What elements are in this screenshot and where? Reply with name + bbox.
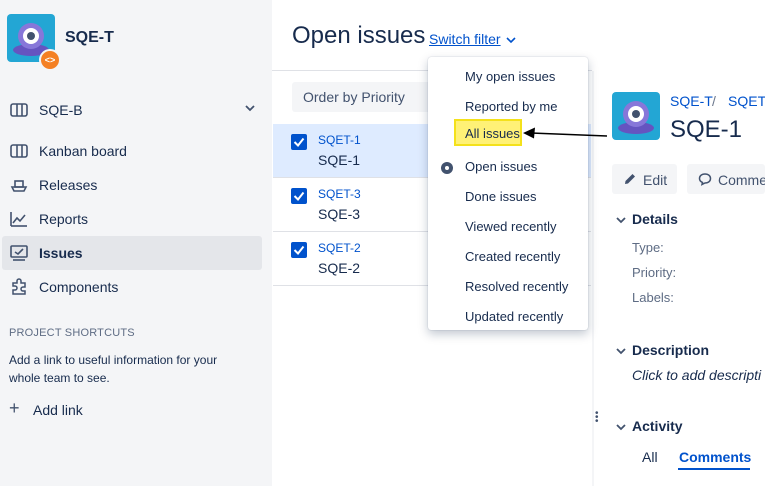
- chevron-down-icon: [616, 217, 626, 224]
- menu-item-label: Viewed recently: [465, 219, 557, 234]
- menu-item-label: Resolved recently: [465, 279, 569, 294]
- menu-item-created-recently[interactable]: Created recently: [428, 240, 588, 270]
- menu-item-updated-recently[interactable]: Updated recently: [428, 300, 588, 330]
- resize-handle-icon[interactable]: • • •: [595, 409, 599, 427]
- sidebar-item-label: Releases: [39, 177, 98, 193]
- menu-item-label: Reported by me: [465, 99, 558, 114]
- chart-icon: [10, 212, 27, 227]
- comment-button[interactable]: Comme: [687, 164, 765, 194]
- menu-item-label: My open issues: [465, 69, 556, 84]
- sidebar-item-releases[interactable]: Releases: [2, 168, 262, 202]
- issue-summary: SQE-1: [318, 152, 361, 168]
- menu-item-reported-by-me[interactable]: Reported by me: [428, 90, 588, 120]
- board-icon: [10, 103, 28, 117]
- checkbox-checked-icon[interactable]: [291, 242, 307, 258]
- breadcrumb-project[interactable]: SQE-T: [670, 93, 713, 109]
- arrow-left-icon: [523, 127, 607, 139]
- add-link-label: Add link: [33, 402, 83, 418]
- sidebar-item-label: Reports: [39, 211, 89, 227]
- issue-summary: SQE-2: [318, 260, 361, 276]
- project-name[interactable]: SQE-T: [65, 29, 114, 47]
- sidebar-item-label: Kanban board: [39, 143, 127, 159]
- highlighted-label[interactable]: All issues: [465, 126, 520, 141]
- tab-comments[interactable]: Comments: [679, 449, 751, 465]
- project-avatar-icon: [618, 101, 654, 134]
- field-label-labels: Labels:: [632, 290, 674, 305]
- tab-all[interactable]: All: [642, 449, 658, 465]
- comment-icon: [698, 173, 712, 186]
- pencil-icon: [625, 174, 635, 184]
- chevron-down-icon: [616, 348, 626, 355]
- puzzle-icon: [12, 278, 26, 295]
- menu-item-label: Open issues: [465, 159, 538, 174]
- board-icon: [10, 144, 28, 158]
- board-selector-label: SQE-B: [39, 102, 83, 118]
- chevron-down-icon: [245, 105, 255, 112]
- sidebar-item-kanban-board[interactable]: Kanban board: [2, 134, 262, 168]
- menu-item-resolved-recently[interactable]: Resolved recently: [428, 270, 588, 300]
- menu-item-my-open-issues[interactable]: My open issues: [428, 60, 588, 90]
- issues-icon: [10, 245, 28, 261]
- field-label-priority: Priority:: [632, 265, 677, 280]
- sidebar-item-issues[interactable]: Issues: [2, 236, 262, 270]
- details-heading: Details: [632, 211, 678, 227]
- sidebar: <> SQE-T SQE-B Kanban board Releases Rep…: [0, 0, 272, 486]
- edit-button[interactable]: Edit: [612, 164, 677, 194]
- checkbox-checked-icon[interactable]: [291, 188, 307, 204]
- shortcuts-title: PROJECT SHORTCUTS: [9, 327, 135, 339]
- menu-item-viewed-recently[interactable]: Viewed recently: [428, 210, 588, 240]
- comment-button-label: Comme: [718, 172, 765, 188]
- shortcuts-description: Add a link to useful information for you…: [9, 353, 218, 385]
- field-label-type: Type:: [632, 240, 664, 255]
- edit-button-label: Edit: [643, 172, 668, 188]
- breadcrumb-issue[interactable]: SQET-: [728, 93, 765, 109]
- menu-item-open-issues[interactable]: Open issues: [428, 150, 588, 180]
- activity-heading: Activity: [632, 418, 683, 434]
- sidebar-item-reports[interactable]: Reports: [2, 202, 262, 236]
- chevron-down-icon[interactable]: [505, 34, 517, 46]
- menu-item-label: Updated recently: [465, 309, 564, 324]
- description-placeholder[interactable]: Click to add descripti: [632, 367, 761, 383]
- menu-item-label: Created recently: [465, 249, 561, 264]
- filter-dropdown-menu: My open issues Reported by me All issues…: [428, 57, 588, 330]
- order-by-button[interactable]: Order by Priority: [292, 82, 432, 112]
- plus-icon: +: [9, 398, 20, 418]
- issue-key[interactable]: SQET-3: [318, 187, 361, 201]
- sidebar-item-label: Issues: [39, 245, 83, 261]
- issue-summary: SQE-3: [318, 206, 361, 222]
- issue-avatar: [612, 92, 660, 140]
- breadcrumb-separator: /: [712, 93, 716, 109]
- issue-title: SQE-1: [670, 116, 743, 143]
- ship-icon: [10, 180, 28, 192]
- sidebar-item-label: Components: [39, 279, 119, 295]
- code-badge-icon: <>: [39, 49, 61, 71]
- issue-key[interactable]: SQET-2: [318, 241, 361, 255]
- description-heading: Description: [632, 342, 710, 358]
- board-selector[interactable]: SQE-B: [2, 93, 262, 127]
- page-title: Open issues: [292, 22, 426, 49]
- active-tab-underline: [678, 468, 750, 470]
- order-by-label: Order by Priority: [303, 89, 405, 105]
- issue-key[interactable]: SQET-1: [318, 133, 361, 147]
- chevron-down-icon: [616, 424, 626, 431]
- checkbox-checked-icon[interactable]: [291, 134, 307, 150]
- radio-selected-icon: [441, 162, 453, 174]
- menu-item-done-issues[interactable]: Done issues: [428, 180, 588, 210]
- switch-filter-link[interactable]: Switch filter: [429, 31, 501, 47]
- menu-item-label: Done issues: [465, 189, 537, 204]
- sidebar-item-components[interactable]: Components: [2, 270, 262, 304]
